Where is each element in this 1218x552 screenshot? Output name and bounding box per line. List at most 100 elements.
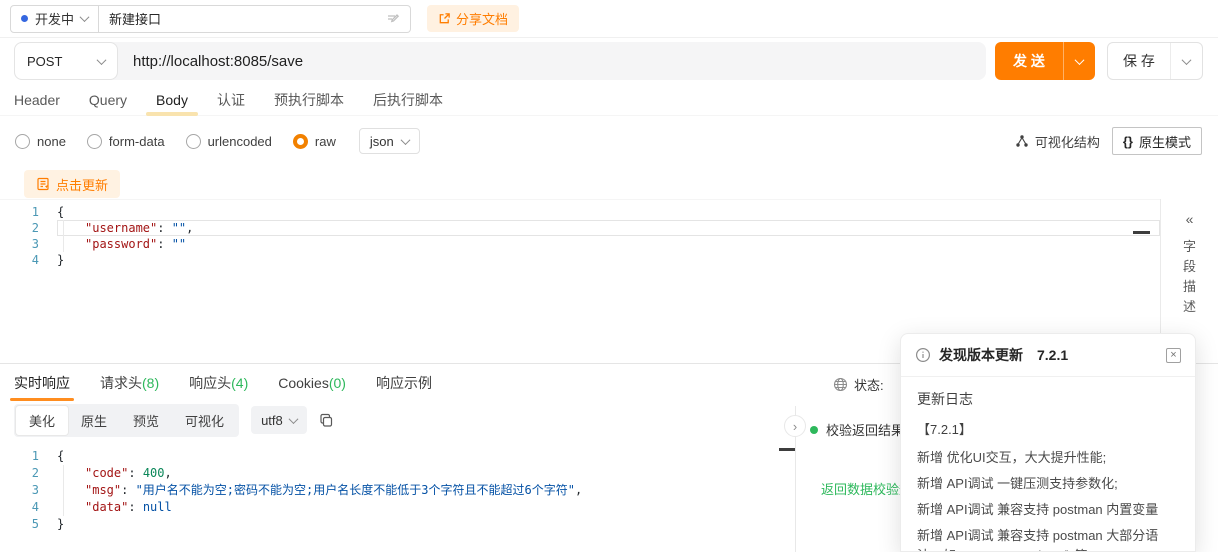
tab-request-headers[interactable]: 请求头(8) (100, 364, 159, 402)
raw-mode-label: 原生模式 (1139, 132, 1191, 151)
send-label: 发 送 (995, 42, 1063, 80)
segment-preview[interactable]: 预览 (120, 406, 172, 435)
tab-label: Header (14, 92, 60, 108)
segment-label: 可视化 (185, 414, 224, 429)
url-group: POST http://localhost:8085/save (14, 42, 986, 80)
line-number: 3 (0, 482, 57, 499)
popup-version: 7.2.1 (1037, 347, 1068, 363)
tab-cookies[interactable]: Cookies(0) (278, 364, 346, 402)
encoding-dropdown[interactable]: utf8 (251, 406, 307, 434)
validation-title: 校验返回结果 (826, 420, 904, 439)
share-icon (438, 12, 451, 25)
click-update-button[interactable]: 点击更新 (24, 170, 120, 198)
line-number: 1 (0, 204, 57, 220)
code-line[interactable]: 2 "code": 400, (0, 465, 795, 482)
radio-urlencoded[interactable]: urlencoded (186, 134, 272, 149)
chevron-down-icon (400, 135, 410, 145)
line-number: 4 (0, 252, 57, 268)
body-type-bar: none form-data urlencoded raw json 可视化结构… (0, 124, 1218, 158)
tab-body[interactable]: Body (156, 84, 188, 116)
radio-icon (186, 134, 201, 149)
tab-response-headers[interactable]: 响应头(4) (189, 364, 248, 402)
tab-count: (4) (231, 375, 248, 391)
request-bar: POST http://localhost:8085/save 发 送 保 存 (0, 38, 1218, 84)
radio-icon (87, 134, 102, 149)
save-dropdown[interactable] (1170, 43, 1202, 79)
tab-header[interactable]: Header (14, 84, 60, 116)
method-dropdown[interactable]: POST (14, 42, 118, 80)
segment-raw[interactable]: 原生 (68, 406, 120, 435)
changelog-title: 更新日志 (917, 389, 1179, 409)
status-label: 状态: (854, 375, 884, 394)
line-number: 1 (0, 448, 57, 465)
popup-title: 发现版本更新 (939, 345, 1023, 365)
copy-button[interactable] (319, 413, 334, 428)
chevron-down-icon (1075, 55, 1085, 65)
share-doc-button[interactable]: 分享文档 (427, 5, 519, 32)
tree-structure-icon (1015, 134, 1029, 148)
radio-form-data[interactable]: form-data (87, 134, 165, 149)
braces-icon: {} (1123, 134, 1133, 149)
version-update-popup: 发现版本更新 7.2.1 × 更新日志 【7.2.1】 新增 优化UI交互，大大… (900, 333, 1196, 552)
chevron-down-icon (80, 12, 90, 22)
code-line[interactable]: 3 "password": "" (0, 236, 1160, 252)
radio-raw[interactable]: raw (293, 134, 336, 149)
share-doc-label: 分享文档 (456, 9, 508, 28)
radio-none[interactable]: none (15, 134, 66, 149)
line-number: 2 (0, 220, 57, 236)
method-label: POST (27, 54, 62, 69)
code-line[interactable]: 1{ (0, 204, 1160, 220)
line-number: 5 (0, 516, 57, 533)
status-area: 状态: (833, 375, 884, 394)
tab-label: Query (89, 92, 127, 108)
content-type-dropdown[interactable]: json (359, 128, 420, 154)
close-icon[interactable]: × (1166, 348, 1181, 363)
tab-label: 响应示例 (376, 373, 432, 393)
code-line[interactable]: 2 "username": "", (0, 220, 1160, 236)
tab-label: Cookies (278, 375, 329, 391)
changelog-item: 新增 API调试 一键压测支持参数化; (917, 474, 1179, 494)
tab-label: Body (156, 92, 188, 108)
copy-icon (319, 413, 334, 428)
changelog-item: 新增 API调试 兼容支持 postman 内置变量 (917, 500, 1179, 520)
code-line[interactable]: 4} (0, 252, 1160, 268)
document-update-icon (36, 177, 50, 191)
api-name-input[interactable]: 新建接口 (99, 5, 411, 33)
api-name-value: 新建接口 (109, 9, 161, 28)
edit-icon[interactable] (386, 12, 400, 26)
tab-live-response[interactable]: 实时响应 (14, 364, 70, 402)
tab-post-script[interactable]: 后执行脚本 (373, 84, 443, 116)
changelog-item: 新增 优化UI交互，大大提升性能; (917, 448, 1179, 468)
response-body-editor[interactable]: 1{2 "code": 400,3 "msg": "用户名不能为空;密码不能为空… (0, 444, 795, 552)
popup-header: 发现版本更新 7.2.1 × (901, 334, 1195, 377)
tab-query[interactable]: Query (89, 84, 127, 116)
radio-label: none (37, 134, 66, 149)
field-panel-char: 段 (1183, 257, 1196, 277)
url-input[interactable]: http://localhost:8085/save (118, 42, 986, 80)
radio-icon (15, 134, 30, 149)
changelog-item: 新增 API调试 兼容支持 postman 大部分语法，如 pm.respons… (917, 526, 1179, 552)
save-button[interactable]: 保 存 (1107, 42, 1203, 80)
tab-auth[interactable]: 认证 (217, 84, 245, 116)
segment-label: 美化 (29, 414, 55, 429)
collapse-left-icon[interactable]: « (1186, 211, 1194, 227)
tab-pre-script[interactable]: 预执行脚本 (274, 84, 344, 116)
code-line[interactable]: 3 "msg": "用户名不能为空;密码不能为空;用户名长度不能低于3个字符且不… (0, 482, 795, 499)
code-line[interactable]: 1{ (0, 448, 795, 465)
tab-label: 预执行脚本 (274, 90, 344, 110)
code-line[interactable]: 5} (0, 516, 795, 533)
segment-visualize[interactable]: 可视化 (172, 406, 237, 435)
radio-label: raw (315, 134, 336, 149)
tab-response-example[interactable]: 响应示例 (376, 364, 432, 402)
raw-mode-button[interactable]: {} 原生模式 (1112, 127, 1202, 155)
send-button[interactable]: 发 送 (995, 42, 1095, 80)
chevron-right-icon[interactable]: › (784, 415, 806, 437)
radio-label: form-data (109, 134, 165, 149)
api-status-dropdown[interactable]: 开发中 (10, 5, 99, 33)
code-line[interactable]: 4 "data": null (0, 499, 795, 516)
tab-label: 认证 (217, 90, 245, 110)
send-dropdown[interactable] (1063, 42, 1095, 80)
visual-structure-button[interactable]: 可视化结构 (1003, 132, 1112, 151)
tab-count: (8) (142, 375, 159, 391)
segment-beautify[interactable]: 美化 (16, 406, 68, 435)
